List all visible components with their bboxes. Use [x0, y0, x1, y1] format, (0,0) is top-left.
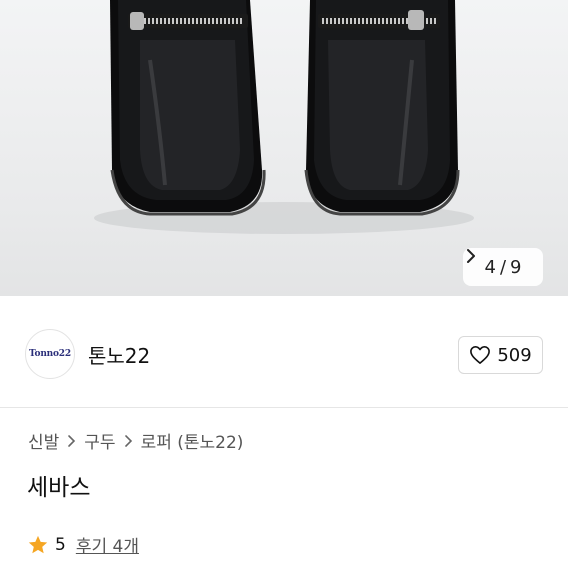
seller-name[interactable]: 톤노22 [88, 340, 150, 369]
counter-separator: / [499, 256, 507, 278]
right-shoe [304, 0, 460, 216]
seller-avatar[interactable]: Tonno22 [25, 329, 75, 379]
rating-row: 5 후기 4개 [27, 532, 139, 557]
breadcrumb-item-loafer[interactable]: 로퍼 (톤노22) [141, 428, 244, 453]
product-image[interactable]: 4 / 9 [0, 0, 568, 296]
seller-row: Tonno22 톤노22 509 [0, 296, 568, 408]
counter-current: 4 [484, 256, 496, 278]
like-button[interactable]: 509 [458, 336, 543, 374]
like-count: 509 [497, 344, 532, 366]
breadcrumb-item-shoes[interactable]: 신발 [28, 428, 59, 453]
product-title: 세바스 [27, 475, 91, 501]
rating-score: 5 [55, 534, 66, 555]
breadcrumb: 신발 구두 로퍼 (톤노22) [28, 428, 243, 453]
star-icon [28, 535, 48, 553]
left-shoe [110, 0, 266, 216]
chevron-right-icon [124, 434, 132, 447]
counter-total: 9 [510, 256, 522, 278]
image-counter[interactable]: 4 / 9 [463, 248, 543, 286]
heart-outline-icon [470, 346, 491, 364]
chevron-right-icon [68, 434, 76, 447]
chevron-right-icon [467, 249, 475, 263]
breadcrumb-item-dress-shoes[interactable]: 구두 [84, 428, 115, 453]
seller-logo-text: Tonno22 [29, 349, 71, 359]
review-link[interactable]: 후기 4개 [76, 532, 139, 557]
